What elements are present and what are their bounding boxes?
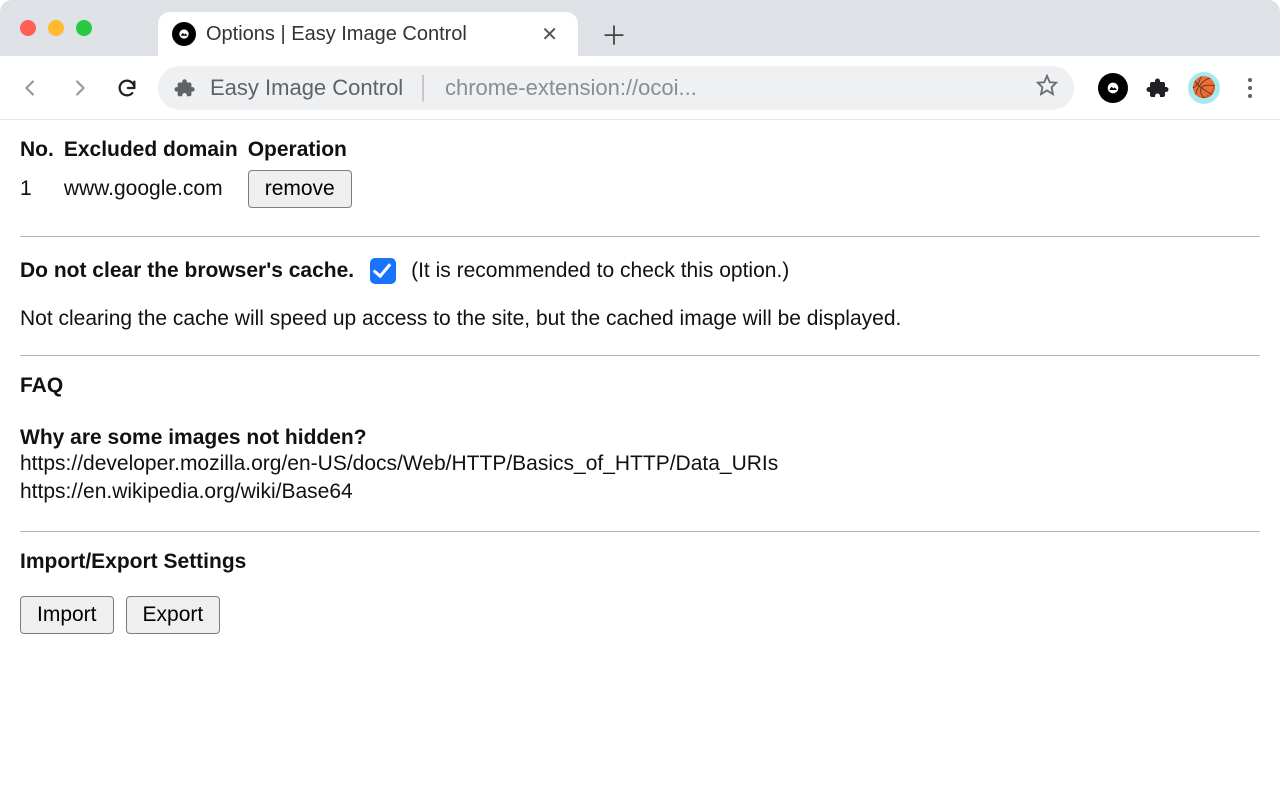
omnibox-extension-name: Easy Image Control xyxy=(210,75,403,101)
tab-favicon-icon xyxy=(172,22,196,46)
forward-button[interactable] xyxy=(62,71,96,105)
omnibox-url: chrome-extension://ocoi... xyxy=(445,75,1022,101)
browser-window: Options | Easy Image Control ✕ ＋ Easy Im… xyxy=(0,0,1280,800)
profile-avatar[interactable]: 🏀 xyxy=(1188,72,1220,104)
export-button[interactable]: Export xyxy=(126,596,221,634)
cache-option-checkbox[interactable] xyxy=(370,258,396,284)
easy-image-control-extension-icon[interactable] xyxy=(1098,73,1128,103)
divider xyxy=(20,236,1260,237)
cache-option-row: Do not clear the browser's cache. (It is… xyxy=(20,255,1260,287)
remove-domain-button[interactable]: remove xyxy=(248,170,352,208)
faq-question: Why are some images not hidden? xyxy=(20,426,1260,450)
excluded-domains-table: No. Excluded domain Operation 1 www.goog… xyxy=(20,134,362,212)
import-export-buttons: Import Export xyxy=(20,596,1260,634)
address-bar[interactable]: Easy Image Control │ chrome-extension://… xyxy=(158,66,1074,110)
extension-puzzle-icon xyxy=(174,77,196,99)
import-export-heading: Import/Export Settings xyxy=(20,550,1260,574)
omnibox-separator: │ xyxy=(417,75,431,101)
divider xyxy=(20,531,1260,532)
toolbar-actions: 🏀 xyxy=(1098,72,1266,104)
col-header-domain: Excluded domain xyxy=(64,134,248,166)
tab-close-button[interactable]: ✕ xyxy=(535,20,564,49)
browser-menu-button[interactable] xyxy=(1234,72,1266,104)
divider xyxy=(20,355,1260,356)
faq-links: https://developer.mozilla.org/en-US/docs… xyxy=(20,450,1260,507)
tabs: Options | Easy Image Control ✕ ＋ xyxy=(158,0,636,56)
new-tab-button[interactable]: ＋ xyxy=(592,12,636,56)
faq-link: https://developer.mozilla.org/en-US/docs… xyxy=(20,450,1260,478)
window-controls xyxy=(20,20,92,36)
import-button[interactable]: Import xyxy=(20,596,114,634)
minimize-window-button[interactable] xyxy=(48,20,64,36)
back-button[interactable] xyxy=(14,71,48,105)
reload-button[interactable] xyxy=(110,71,144,105)
cell-domain: www.google.com xyxy=(64,166,248,212)
tab-bar: Options | Easy Image Control ✕ ＋ xyxy=(0,0,1280,56)
close-window-button[interactable] xyxy=(20,20,36,36)
table-row: 1 www.google.com remove xyxy=(20,166,362,212)
extensions-button[interactable] xyxy=(1142,72,1174,104)
toolbar: Easy Image Control │ chrome-extension://… xyxy=(0,56,1280,120)
active-tab[interactable]: Options | Easy Image Control ✕ xyxy=(158,12,578,56)
cache-option-hint: (It is recommended to check this option.… xyxy=(411,259,789,283)
cache-option-note: Not clearing the cache will speed up acc… xyxy=(20,307,1260,331)
tab-title: Options | Easy Image Control xyxy=(206,23,525,46)
cell-no: 1 xyxy=(20,166,64,212)
options-page: No. Excluded domain Operation 1 www.goog… xyxy=(0,120,1280,648)
faq-heading: FAQ xyxy=(20,374,1260,398)
bookmark-star-icon[interactable] xyxy=(1036,74,1058,102)
cache-option-label: Do not clear the browser's cache. xyxy=(20,259,354,283)
col-header-operation: Operation xyxy=(248,134,362,166)
faq-link: https://en.wikipedia.org/wiki/Base64 xyxy=(20,478,1260,506)
fullscreen-window-button[interactable] xyxy=(76,20,92,36)
col-header-no: No. xyxy=(20,134,64,166)
